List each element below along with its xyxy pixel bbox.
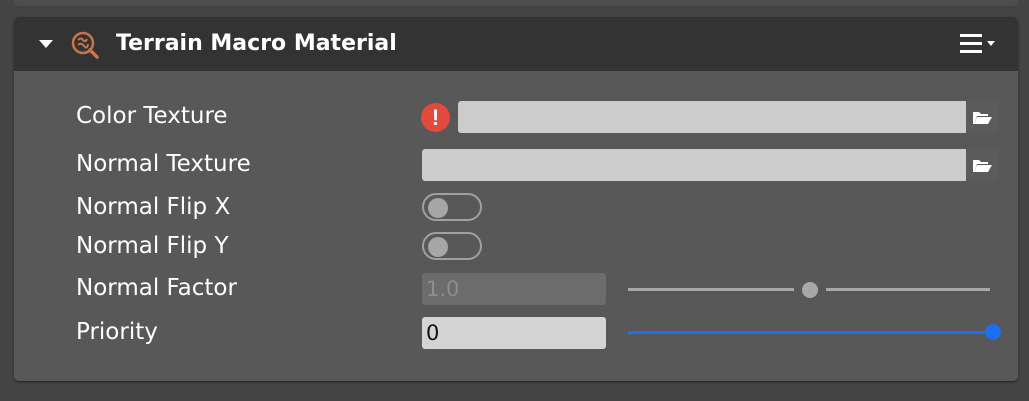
normal-texture-label: Normal Texture	[76, 151, 251, 177]
normal-texture-browse-button[interactable]	[966, 149, 998, 181]
color-texture-label: Color Texture	[76, 103, 228, 129]
chevron-down-icon	[987, 41, 995, 46]
component-menu-button[interactable]	[960, 32, 1000, 58]
toggle-knob	[428, 237, 448, 257]
previous-panel-edge	[14, 0, 1018, 6]
normal-flip-x-toggle[interactable]	[422, 193, 482, 221]
normal-factor-input[interactable]: 1.0	[422, 273, 606, 305]
component-title: Terrain Macro Material	[116, 31, 397, 56]
slider-track-right	[826, 288, 990, 291]
triangle-down-icon[interactable]	[39, 40, 53, 48]
slider-handle[interactable]	[985, 324, 1001, 340]
terrain-macro-material-component: Terrain Macro Material Color Texture ! N…	[14, 17, 1018, 381]
normal-factor-label: Normal Factor	[76, 275, 237, 301]
hamburger-menu-icon	[960, 34, 982, 37]
normal-factor-slider[interactable]	[628, 280, 992, 300]
slider-track-left	[628, 288, 794, 291]
folder-open-icon	[973, 112, 992, 124]
normal-flip-y-label: Normal Flip Y	[76, 233, 229, 259]
priority-label: Priority	[76, 319, 158, 345]
priority-slider[interactable]	[628, 323, 1001, 343]
priority-input[interactable]: 0	[422, 317, 606, 349]
normal-flip-y-toggle[interactable]	[422, 232, 482, 260]
terrain-material-icon	[71, 31, 99, 59]
folder-open-icon	[973, 160, 992, 172]
slider-track-filled	[628, 331, 990, 334]
toggle-knob	[428, 198, 448, 218]
normal-texture-field[interactable]	[422, 149, 966, 181]
normal-flip-x-label: Normal Flip X	[76, 194, 231, 220]
slider-handle[interactable]	[802, 282, 818, 298]
color-texture-field[interactable]	[458, 101, 966, 133]
error-icon[interactable]: !	[421, 103, 450, 132]
color-texture-browse-button[interactable]	[966, 101, 998, 133]
component-header[interactable]: Terrain Macro Material	[14, 17, 1018, 71]
